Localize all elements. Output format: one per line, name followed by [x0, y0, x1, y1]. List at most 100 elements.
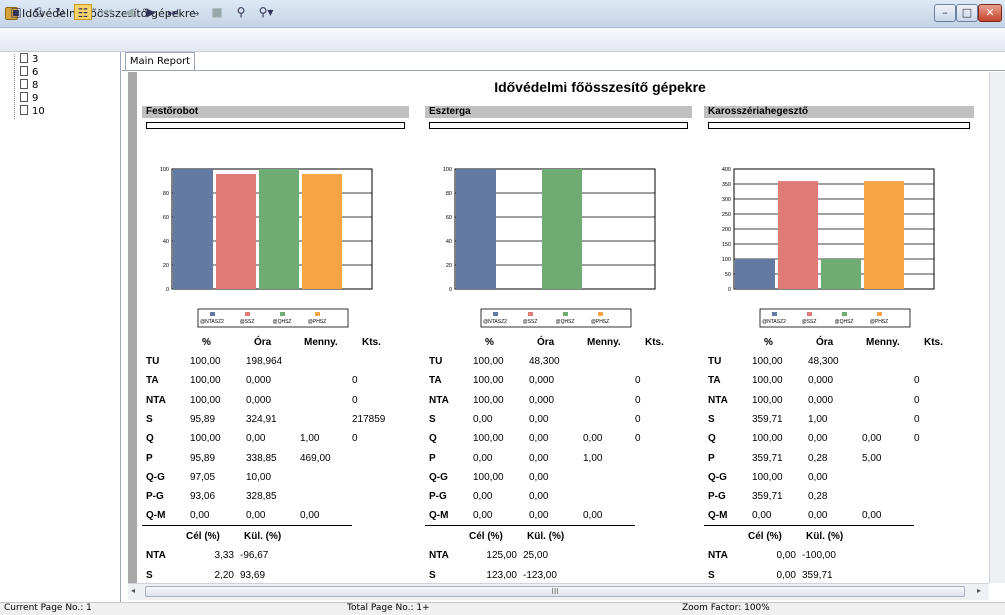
stop-icon[interactable]: ■: [210, 4, 224, 20]
pct-value: 95,89: [190, 452, 216, 464]
legend-label: @QHSZ: [273, 319, 292, 325]
pct-value: 0,00: [473, 452, 493, 464]
pct-value: 0,00: [473, 413, 493, 425]
column-header-kul: Kül. (%): [806, 531, 844, 542]
pct-value: 359,71: [752, 491, 783, 503]
ora-value: 0,00: [529, 452, 549, 464]
legend-swatch: [772, 312, 777, 316]
bar-ssz: [778, 181, 818, 289]
kts-value: 0: [914, 394, 920, 406]
next-page-icon[interactable]: ▶: [144, 4, 158, 20]
tree-item[interactable]: 9: [20, 92, 38, 105]
legend-swatch: [528, 312, 533, 316]
minimize-button[interactable]: –: [934, 4, 956, 22]
y-tick-label: 60: [446, 215, 452, 221]
kts-value: 0: [635, 375, 641, 387]
horizontal-scroll-thumb[interactable]: III: [145, 586, 965, 597]
column-header-cel: Cél (%): [186, 531, 220, 542]
row-label: Q: [429, 433, 437, 445]
legend-swatch: [842, 312, 847, 316]
row-label: P: [429, 452, 436, 464]
print-icon[interactable]: ⎙: [30, 4, 46, 20]
goal-row-label: NTA: [146, 550, 166, 561]
close-button[interactable]: ✕: [978, 4, 1002, 22]
tree-item[interactable]: 3: [20, 53, 38, 66]
menny-value: 0,00: [583, 510, 603, 522]
y-tick-label: 0: [449, 287, 452, 293]
ora-value: 324,91: [246, 413, 277, 425]
pct-value: 95,89: [190, 413, 216, 425]
page-icon: [20, 66, 28, 76]
open-icon[interactable]: ▣: [8, 4, 24, 20]
tree-item[interactable]: 6: [20, 66, 38, 79]
find-icon[interactable]: ⚲: [232, 4, 250, 20]
kts-value: 0: [914, 433, 920, 445]
row-label: S: [146, 413, 153, 425]
legend-swatch: [210, 312, 215, 316]
y-tick-label: 100: [160, 167, 169, 173]
pct-value: 100,00: [752, 433, 783, 445]
goal-row-label: NTA: [429, 550, 449, 561]
kts-value: 0: [352, 433, 358, 445]
row-label: Q: [146, 433, 154, 445]
tree-toggle-icon[interactable]: ☷: [74, 4, 92, 20]
column-header-cel: Cél (%): [748, 531, 782, 542]
vertical-scrollbar[interactable]: [989, 72, 1005, 583]
row-label: TU: [146, 356, 160, 367]
ora-value: 0,00: [529, 413, 549, 425]
column-header-kts: Kts.: [362, 337, 381, 348]
refresh-icon[interactable]: ↻: [52, 4, 68, 20]
column-header-kts: Kts.: [645, 337, 664, 348]
kul-value: 359,71: [802, 570, 833, 581]
ora-value: 0,00: [246, 433, 266, 445]
kul-value: -96,67: [240, 550, 269, 561]
scroll-left-icon[interactable]: ◂: [131, 586, 135, 595]
bar-chart: 0 50 100 150 200 250 300 350 400 @NTASZ2 @SSZ @QHSZ…: [722, 167, 935, 328]
cel-value: 125,00: [486, 550, 517, 561]
row-label: P: [146, 452, 153, 464]
row-label: TA: [708, 375, 721, 387]
pct-value: 359,71: [752, 413, 783, 425]
row-label: TU: [429, 356, 443, 367]
maximize-button[interactable]: □: [956, 4, 978, 22]
tree-item[interactable]: 10: [20, 105, 45, 118]
y-tick-label: 40: [446, 239, 452, 245]
ora-value: 338,85: [246, 452, 277, 464]
column-header-ora: Óra: [537, 337, 555, 348]
pct-value: 97,05: [190, 471, 216, 483]
row-label: Q: [708, 433, 716, 445]
column-header-pct: %: [764, 337, 773, 348]
tree-item[interactable]: 8: [20, 79, 38, 92]
tree-connector: [14, 54, 15, 119]
prev-page-icon[interactable]: ◀: [122, 4, 136, 20]
legend-swatch: [245, 312, 250, 316]
scroll-right-icon[interactable]: ▸: [977, 586, 981, 595]
first-page-icon[interactable]: ⏮: [100, 4, 114, 20]
bar-qhsz: [259, 169, 299, 289]
legend-label: @SSZ: [240, 319, 255, 325]
bar-ntasz2: [456, 169, 496, 289]
row-label: TU: [708, 356, 722, 367]
ora-value: 0,000: [808, 375, 834, 387]
goto-icon[interactable]: ⤷: [188, 4, 204, 20]
zoom-icon[interactable]: ⚲▾: [254, 4, 278, 20]
column-header-menny: Menny.: [866, 337, 900, 348]
y-tick-label: 80: [163, 191, 169, 197]
bar-qhsz: [821, 259, 861, 289]
menny-value: 0,00: [300, 510, 320, 522]
y-tick-label: 100: [443, 167, 452, 173]
section-empty-box: [146, 122, 405, 129]
kul-value: 25,00: [523, 550, 549, 561]
y-tick-label: 350: [722, 182, 731, 188]
pct-value: 100,00: [752, 375, 783, 387]
row-label: Q-G: [146, 471, 165, 483]
tab-main-report[interactable]: Main Report: [125, 52, 195, 70]
y-tick-label: 20: [446, 263, 452, 269]
last-page-icon[interactable]: ⏭: [166, 4, 180, 20]
pct-value: 100,00: [752, 471, 783, 483]
ora-value: 0,00: [529, 433, 549, 445]
row-label: NTA: [146, 394, 166, 406]
bar-chart: 0 20 40 60 80 100 @NTASZ2 @SSZ @QHSZ @PHSZ: [443, 167, 656, 328]
kts-value: 0: [352, 375, 358, 387]
ora-value: 198,964: [246, 356, 283, 367]
